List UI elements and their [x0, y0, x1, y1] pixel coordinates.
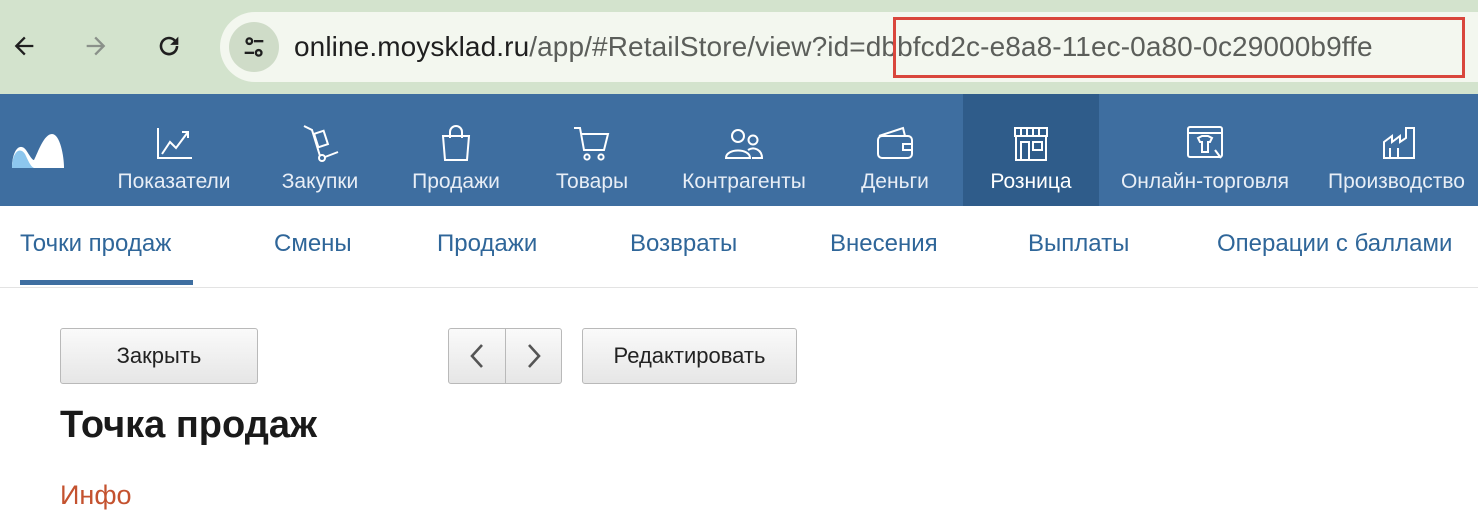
browser-toolbar: online.moysklad.ru/app/#RetailStore/view…: [0, 0, 1478, 94]
nav-item-production[interactable]: Производство: [1322, 94, 1478, 206]
retail-subtabs: Точки продаж Смены Продажи Возвраты Внес…: [0, 206, 1478, 288]
nav-item-sales[interactable]: Продажи: [402, 94, 510, 206]
close-button[interactable]: Закрыть: [60, 328, 258, 384]
url-host: online.moysklad.ru: [294, 31, 530, 62]
chart-line-icon: [157, 128, 192, 159]
nav-item-indicators[interactable]: Показатели: [108, 94, 240, 206]
nav-item-retail[interactable]: Розница: [963, 94, 1099, 206]
nav-label: Производство: [1328, 170, 1465, 193]
nav-item-contractors[interactable]: Контрагенты: [672, 94, 816, 206]
url-path: /app/#RetailStore/view?id=: [529, 31, 866, 62]
tab-returns[interactable]: Возвраты: [630, 230, 737, 258]
nav-label: Продажи: [412, 170, 500, 193]
hand-truck-icon: [303, 125, 339, 162]
chevron-left-icon: [470, 344, 483, 368]
nav-label: Контрагенты: [682, 170, 806, 193]
people-icon: [724, 129, 764, 159]
nav-item-money[interactable]: Деньги: [852, 94, 938, 206]
reload-icon: [159, 36, 179, 56]
tab-deposits[interactable]: Внесения: [830, 230, 938, 258]
nav-item-online-trade[interactable]: Онлайн-торговля: [1110, 94, 1300, 206]
storefront-icon: [1014, 127, 1048, 161]
online-shop-icon: [1187, 126, 1223, 159]
tab-points-of-sale[interactable]: Точки продаж: [20, 230, 171, 258]
nav-label: Товары: [555, 170, 629, 193]
info-section-toggle[interactable]: Инфо: [60, 480, 132, 511]
nav-item-purchases[interactable]: Закупки: [270, 94, 370, 206]
prev-next-group: [448, 328, 562, 384]
site-info-button[interactable]: [229, 22, 279, 72]
highlight-annotation: [893, 17, 1465, 78]
cart-icon: [574, 127, 610, 161]
nav-label: Розница: [990, 170, 1072, 193]
prev-button[interactable]: [449, 329, 505, 383]
arrow-left-icon: [14, 36, 34, 56]
page-title: Точка продаж: [60, 404, 317, 446]
nav-label: Закупки: [281, 170, 359, 193]
nav-label: Показатели: [117, 170, 231, 193]
active-tab-indicator: [20, 280, 193, 285]
tune-icon: [244, 37, 264, 57]
tab-points-operations[interactable]: Операции с баллами: [1217, 230, 1452, 258]
moysklad-logo: [12, 134, 64, 168]
reload-button[interactable]: [145, 22, 193, 70]
tab-shifts[interactable]: Смены: [274, 230, 352, 258]
back-button[interactable]: [0, 22, 48, 70]
wallet-icon: [877, 126, 913, 159]
next-button[interactable]: [505, 329, 561, 383]
forward-button[interactable]: [72, 22, 120, 70]
edit-button[interactable]: Редактировать: [582, 328, 797, 384]
tab-payouts[interactable]: Выплаты: [1028, 230, 1129, 258]
nav-label: Деньги: [861, 170, 929, 193]
nav-item-goods[interactable]: Товары: [546, 94, 638, 206]
tab-sales[interactable]: Продажи: [437, 230, 537, 258]
chevron-right-icon: [527, 344, 541, 368]
arrow-right-icon: [86, 36, 106, 56]
nav-label: Онлайн-торговля: [1120, 170, 1290, 193]
factory-icon: [1383, 127, 1415, 159]
shopping-bag-icon: [441, 125, 471, 161]
